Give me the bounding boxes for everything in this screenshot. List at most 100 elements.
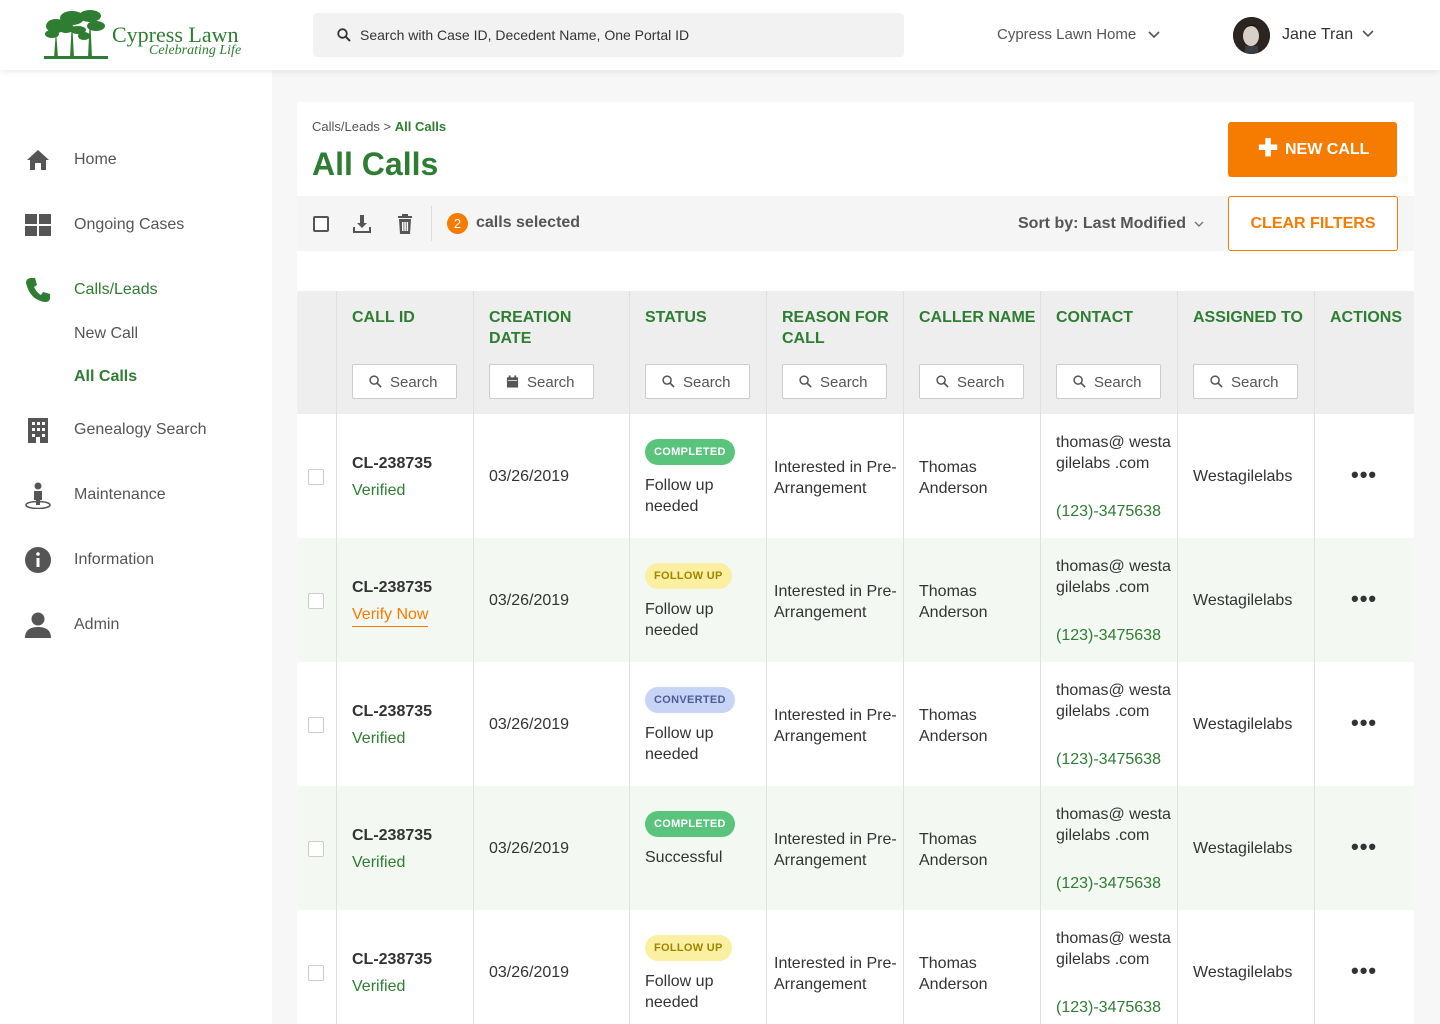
- location-dropdown[interactable]: Cypress Lawn Home: [997, 26, 1160, 43]
- filter-creation-date-input[interactable]: Search: [489, 364, 594, 399]
- filter-status-input[interactable]: Search: [645, 364, 750, 399]
- column-header-call-id: CALL ID: [352, 309, 415, 326]
- table-row[interactable]: CL-238735 Verify Now 03/26/2019 FOLLOW U…: [297, 538, 1414, 662]
- sidebar-item-label: Maintenance: [74, 486, 166, 503]
- search-placeholder: Search with Case ID, Decedent Name, One …: [360, 27, 690, 43]
- sidebar: Home Ongoing Cases Calls/Leads New Call …: [0, 70, 272, 1024]
- status-badge: FOLLOW UP: [645, 935, 732, 961]
- table-row[interactable]: CL-238735 Verified 03/26/2019 COMPLETED …: [297, 414, 1414, 538]
- new-call-button[interactable]: ✚ NEW CALL: [1228, 122, 1397, 177]
- clear-filters-button[interactable]: CLEAR FILTERS: [1228, 196, 1398, 251]
- row-checkbox[interactable]: [308, 717, 324, 733]
- sidebar-item-maintenance[interactable]: Maintenance: [0, 475, 272, 515]
- avatar[interactable]: [1233, 17, 1270, 54]
- contact-phone[interactable]: (123)-3475638: [1056, 503, 1161, 521]
- row-checkbox[interactable]: [308, 469, 324, 485]
- logo[interactable]: Cypress Lawn Celebrating Life: [44, 8, 241, 62]
- sidebar-item-genealogy-search[interactable]: Genealogy Search: [0, 410, 272, 450]
- verification-status: Verified: [352, 482, 406, 499]
- more-actions-icon[interactable]: •••: [1351, 586, 1377, 612]
- delete-icon[interactable]: [394, 213, 416, 235]
- column-divider: [1177, 291, 1178, 1024]
- row-checkbox[interactable]: [308, 965, 324, 981]
- search-icon: [936, 375, 949, 388]
- caller-name: Thomas Anderson: [919, 707, 988, 745]
- call-id[interactable]: CL-238735: [352, 951, 432, 969]
- filter-caller-name-input[interactable]: Search: [919, 364, 1024, 399]
- contact-email[interactable]: thomas@ westagilelabs .com: [1056, 928, 1171, 970]
- call-id[interactable]: CL-238735: [352, 455, 432, 473]
- info-icon: [25, 547, 51, 573]
- contact-phone[interactable]: (123)-3475638: [1056, 751, 1161, 769]
- global-search-input[interactable]: Search with Case ID, Decedent Name, One …: [313, 13, 904, 57]
- row-checkbox[interactable]: [308, 841, 324, 857]
- caller-name: Thomas Anderson: [919, 831, 988, 869]
- filter-placeholder: Search: [683, 374, 731, 391]
- status-text: Follow up needed: [645, 477, 714, 515]
- new-call-label: NEW CALL: [1285, 141, 1370, 158]
- user-name[interactable]: Jane Tran: [1282, 26, 1353, 44]
- sort-dropdown[interactable]: Sort by: Last Modified: [1018, 215, 1204, 233]
- selected-count-badge: 2: [447, 213, 468, 234]
- table-row[interactable]: CL-238735 Verified 03/26/2019 FOLLOW UP …: [297, 910, 1414, 1024]
- reason-for-call: Interested in Pre-Arrangement: [774, 707, 897, 745]
- call-id[interactable]: CL-238735: [352, 579, 432, 597]
- selected-label: calls selected: [476, 214, 581, 231]
- dashboard-icon: [25, 214, 51, 236]
- sidebar-item-label: Calls/Leads: [74, 281, 158, 298]
- filter-placeholder: Search: [957, 374, 1005, 391]
- select-all-checkbox[interactable]: [313, 216, 329, 232]
- filter-reason-input[interactable]: Search: [782, 364, 887, 399]
- column-header-reason: REASON FOR CALL: [782, 309, 889, 347]
- column-divider: [629, 291, 630, 1024]
- contact-email[interactable]: thomas@ westagilelabs .com: [1056, 804, 1171, 846]
- column-header-caller-name: CALLER NAME: [919, 309, 1036, 326]
- filter-placeholder: Search: [1231, 374, 1279, 391]
- call-id[interactable]: CL-238735: [352, 703, 432, 721]
- breadcrumb-parent[interactable]: Calls/Leads: [312, 119, 380, 134]
- verification-status: Verified: [352, 854, 406, 871]
- status-badge: COMPLETED: [645, 811, 735, 837]
- contact-email[interactable]: thomas@ westagilelabs .com: [1056, 556, 1171, 598]
- more-actions-icon[interactable]: •••: [1351, 958, 1377, 984]
- filter-contact-input[interactable]: Search: [1056, 364, 1161, 399]
- user-menu-chevron-icon[interactable]: [1362, 30, 1374, 38]
- user-icon: [25, 612, 51, 638]
- sidebar-item-ongoing-cases[interactable]: Ongoing Cases: [0, 205, 272, 245]
- verify-now-link[interactable]: Verify Now: [352, 606, 429, 627]
- more-actions-icon[interactable]: •••: [1351, 462, 1377, 488]
- contact-phone[interactable]: (123)-3475638: [1056, 999, 1161, 1017]
- more-actions-icon[interactable]: •••: [1351, 834, 1377, 860]
- table-row[interactable]: CL-238735 Verified 03/26/2019 CONVERTED …: [297, 662, 1414, 786]
- logo-tagline: Celebrating Life: [149, 43, 242, 58]
- sidebar-subitem-new-call[interactable]: New Call: [74, 325, 138, 343]
- download-icon[interactable]: [351, 213, 373, 235]
- plus-icon: ✚: [1258, 135, 1279, 162]
- contact-email[interactable]: thomas@ westagilelabs .com: [1056, 680, 1171, 722]
- filter-call-id-input[interactable]: Search: [352, 364, 457, 399]
- sidebar-subitem-all-calls[interactable]: All Calls: [74, 368, 137, 386]
- breadcrumb-separator: >: [379, 119, 395, 134]
- sidebar-item-admin[interactable]: Admin: [0, 605, 272, 645]
- more-actions-icon[interactable]: •••: [1351, 710, 1377, 736]
- call-id[interactable]: CL-238735: [352, 827, 432, 845]
- chevron-down-icon: [1148, 31, 1160, 39]
- sidebar-item-label: Information: [74, 551, 155, 568]
- contact-phone[interactable]: (123)-3475638: [1056, 875, 1161, 893]
- column-divider: [903, 291, 904, 1024]
- filter-placeholder: Search: [527, 374, 575, 391]
- row-checkbox[interactable]: [308, 593, 324, 609]
- sidebar-item-home[interactable]: Home: [0, 140, 272, 180]
- contact-email[interactable]: thomas@ westagilelabs .com: [1056, 432, 1171, 474]
- chevron-down-icon: [1194, 221, 1204, 227]
- column-header-creation-date: CREATION DATE: [489, 309, 572, 347]
- sidebar-item-information[interactable]: Information: [0, 540, 272, 580]
- sidebar-item-calls-leads[interactable]: Calls/Leads: [0, 270, 272, 310]
- column-header-contact: CONTACT: [1056, 309, 1134, 326]
- filter-assigned-to-input[interactable]: Search: [1193, 364, 1298, 399]
- tree-logo-icon: [44, 10, 108, 59]
- location-label: Cypress Lawn Home: [997, 26, 1137, 43]
- contact-phone[interactable]: (123)-3475638: [1056, 627, 1161, 645]
- sidebar-item-label: Ongoing Cases: [74, 216, 185, 233]
- table-row[interactable]: CL-238735 Verified 03/26/2019 COMPLETED …: [297, 786, 1414, 910]
